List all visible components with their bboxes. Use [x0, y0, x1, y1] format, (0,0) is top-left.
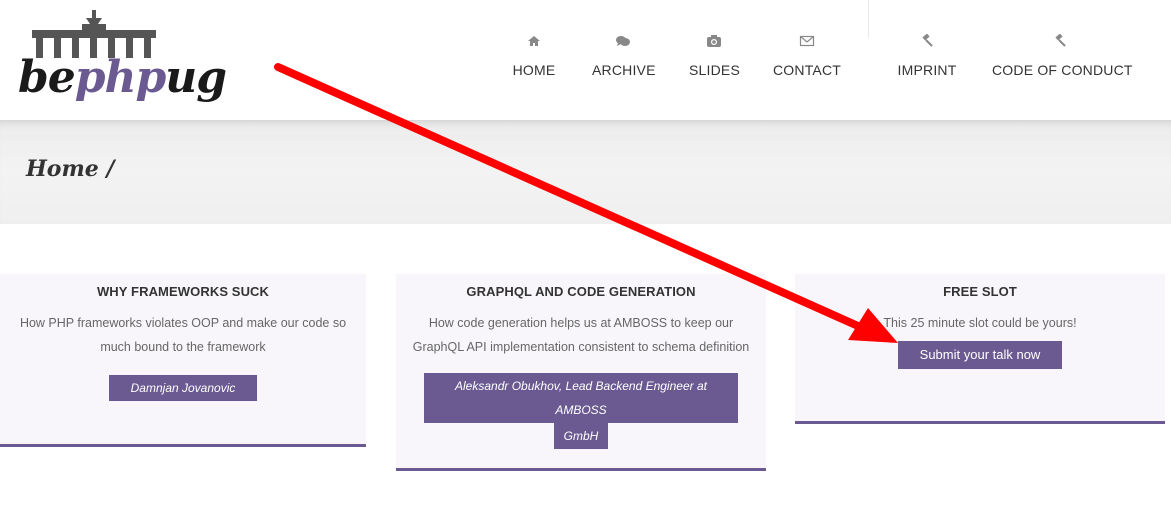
nav-archive[interactable]: ARCHIVE [592, 34, 656, 78]
talk-title: WHY FRAMEWORKS SUCK [96, 284, 270, 299]
camera-icon [704, 34, 724, 54]
talk-description-line: GraphQL API implementation consistent to… [412, 340, 750, 354]
comments-icon [613, 34, 633, 54]
talk-description-line: How PHP frameworks violates OOP and make… [19, 316, 347, 330]
nav-archive-label: ARCHIVE [592, 62, 656, 78]
talk-card-free-slot: FREE SLOT This 25 minute slot could be y… [795, 274, 1165, 424]
nav-imprint[interactable]: IMPRINT [896, 34, 958, 78]
talk-title: FREE SLOT [943, 284, 1017, 299]
speaker-button-line: GmbH [553, 423, 609, 449]
talk-card-why-frameworks-suck: WHY FRAMEWORKS SUCK How PHP frameworks v… [0, 274, 366, 447]
talk-title: GRAPHQL AND CODE GENERATION [466, 284, 696, 299]
talk-description: How code generation helps us at AMBOSS t… [396, 311, 766, 359]
nav-home[interactable]: HOME [512, 34, 556, 78]
nav-slides-label: SLIDES [689, 62, 740, 78]
speaker-button[interactable]: Aleksandr Obukhov, Lead Backend Engineer… [396, 373, 766, 449]
breadcrumb: Home / [26, 156, 115, 182]
talk-description-line: much bound to the framework [100, 340, 266, 354]
nav-slides[interactable]: SLIDES [689, 34, 740, 78]
speaker-button[interactable]: Damnjan Jovanovic [108, 375, 258, 401]
talk-description: This 25 minute slot could be yours! [883, 316, 1077, 330]
main-nav: HOME ARCHIVE SLIDES CONTACT IMPRINT CODE… [0, 0, 1171, 120]
nav-home-label: HOME [512, 62, 556, 78]
nav-contact[interactable]: CONTACT [773, 34, 841, 78]
nav-code-of-conduct-label: CODE OF CONDUCT [992, 62, 1133, 78]
nav-contact-label: CONTACT [773, 62, 842, 78]
envelope-icon [797, 34, 817, 54]
talk-card-graphql-code-generation: GRAPHQL AND CODE GENERATION How code gen… [396, 274, 766, 471]
talk-description: How PHP frameworks violates OOP and make… [0, 311, 366, 359]
speaker-button-line: Aleksandr Obukhov, Lead Backend Engineer… [424, 373, 738, 423]
nav-imprint-label: IMPRINT [897, 62, 957, 78]
talk-description-line: How code generation helps us at AMBOSS t… [428, 316, 734, 330]
nav-code-of-conduct[interactable]: CODE OF CONDUCT [992, 34, 1133, 78]
gavel-icon [917, 34, 937, 54]
site-header: bephpug HOME ARCHIVE SLIDES CONTACT IMPR… [0, 0, 1171, 120]
gavel-icon [1050, 34, 1070, 54]
page-title-band: Home / [0, 120, 1171, 224]
submit-talk-button[interactable]: Submit your talk now [897, 341, 1063, 369]
home-icon [524, 34, 544, 54]
